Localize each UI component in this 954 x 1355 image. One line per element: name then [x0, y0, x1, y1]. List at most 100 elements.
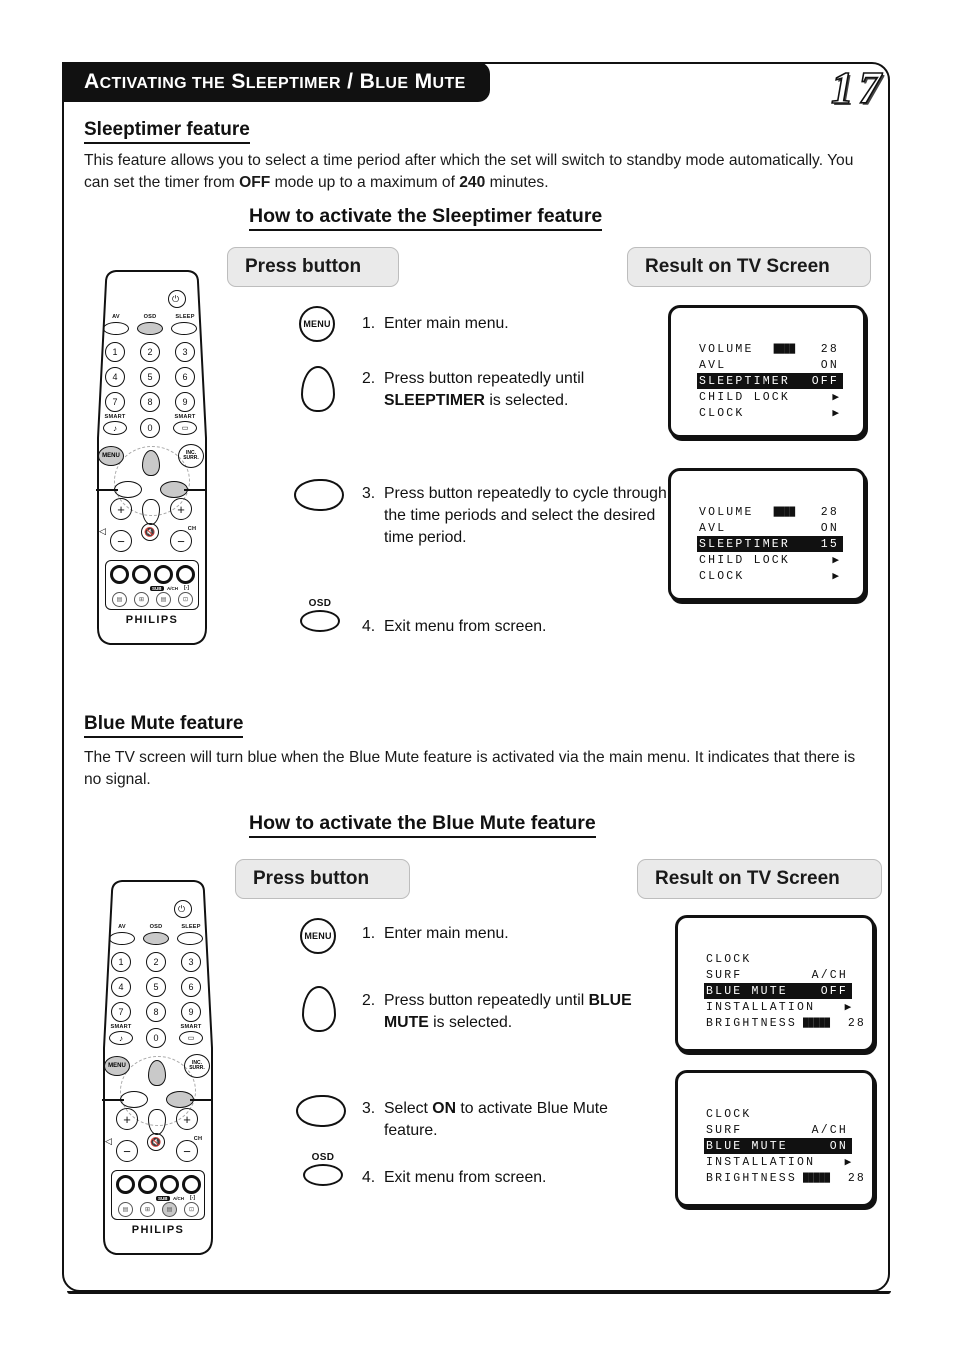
menu-button-icon-2[interactable]: MENU	[300, 918, 336, 954]
osd-button-icon[interactable]	[300, 610, 340, 632]
step-text: Press button repeatedly until SLEEPTIMER…	[384, 368, 674, 412]
color-button-blue[interactable]	[176, 565, 195, 584]
color-button-red-2[interactable]	[116, 1175, 135, 1194]
teletext-button-2[interactable]: ⊞	[134, 592, 149, 607]
osd-row-label: BLUE MUTE	[706, 984, 788, 998]
av-button[interactable]	[103, 322, 129, 335]
sleep-button[interactable]	[171, 322, 197, 335]
key-5[interactable]: 5	[140, 367, 160, 387]
step-text: Enter main menu.	[384, 925, 509, 942]
osd-button-icon-group[interactable]: OSD	[300, 598, 340, 632]
sleeptimer-desc-b2: 240	[459, 174, 486, 192]
step-number: 2.	[362, 992, 376, 1009]
inc-surround-button[interactable]: INC. SURR.	[178, 444, 204, 468]
key-3[interactable]: 3	[175, 342, 195, 362]
teletext-button-2-b[interactable]: ⊞	[140, 1202, 155, 1217]
smart-sound-button-2[interactable]: ♪	[109, 1031, 133, 1045]
key-8[interactable]: 8	[140, 392, 160, 412]
teletext-button-3-b[interactable]: ▤	[162, 1202, 177, 1217]
bluemute-step-2: 2. Press button repeatedly until BLUE MU…	[362, 990, 672, 1034]
key-0-b[interactable]: 0	[146, 1028, 166, 1048]
key-3-b[interactable]: 3	[181, 952, 201, 972]
sleep-label-2: SLEEP	[181, 924, 201, 930]
volume-down-button-2[interactable]: −	[116, 1140, 138, 1162]
inc-surround-button-2[interactable]: INC. SURR.	[184, 1054, 210, 1078]
key-7-b[interactable]: 7	[111, 1002, 131, 1022]
osd-row-label: CLOCK	[706, 1107, 752, 1121]
channel-up-button-2[interactable]: +	[176, 1108, 198, 1130]
cursor-up-key[interactable]	[142, 450, 160, 476]
key-4-b[interactable]: 4	[111, 977, 131, 997]
teletext-button-4[interactable]: ⊡	[178, 592, 193, 607]
sleep-button-2[interactable]	[177, 932, 203, 945]
osd-row-label: VOLUME	[699, 342, 754, 356]
key-2-b[interactable]: 2	[146, 952, 166, 972]
sleeptimer-step-3: 3. Press button repeatedly to cycle thro…	[362, 483, 674, 548]
key-1[interactable]: 1	[105, 342, 125, 362]
key-1-b[interactable]: 1	[111, 952, 131, 972]
menu-button-2[interactable]: MENU	[104, 1056, 130, 1076]
channel-down-button[interactable]: −	[170, 530, 192, 552]
volume-up-button[interactable]: +	[110, 498, 132, 520]
av-button-2[interactable]	[109, 932, 135, 945]
page-title-bar: ACTIVATING THE SLEEPTIMER / BLUE MUTE	[62, 62, 490, 102]
key-8-b[interactable]: 8	[146, 1002, 166, 1022]
channel-up-button[interactable]: +	[170, 498, 192, 520]
mute-button-2[interactable]: 🔇	[147, 1133, 165, 1151]
osd-button-icon-2[interactable]	[303, 1164, 343, 1186]
cursor-right-button-icon-2[interactable]	[296, 1095, 346, 1127]
key-7[interactable]: 7	[105, 392, 125, 412]
color-button-yellow[interactable]	[154, 565, 173, 584]
inc-surr-line2: SURR.	[183, 455, 199, 461]
osd-button-icon-group-2[interactable]: OSD	[303, 1152, 343, 1186]
bluemute-result-header: Result on TV Screen	[637, 859, 882, 899]
osd-row-value: A/CH	[811, 968, 848, 982]
teletext-button-3[interactable]: ▤	[156, 592, 171, 607]
step-text-pre: Select	[384, 1100, 433, 1117]
cursor-right-button-icon[interactable]	[294, 479, 344, 511]
osd-row-value: ON	[820, 521, 839, 535]
osd-row-label: SURF	[706, 1123, 743, 1137]
smart-picture-button-2[interactable]: ▭	[179, 1031, 203, 1045]
key-9[interactable]: 9	[175, 392, 195, 412]
teletext-button-1-b[interactable]: ▤	[118, 1202, 133, 1217]
teletext-button-1[interactable]: ▤	[112, 592, 127, 607]
teletext-button-4-b[interactable]: ⊡	[184, 1202, 199, 1217]
bluemute-tv-screen-2: CLOCK SURF A/CH BLUE MUTE ON INSTALLATION ▶…	[675, 1070, 875, 1207]
page-number: 17	[830, 62, 886, 114]
key-6[interactable]: 6	[175, 367, 195, 387]
color-button-blue-2[interactable]	[182, 1175, 201, 1194]
color-button-yellow-2[interactable]	[160, 1175, 179, 1194]
step-text: Enter main menu.	[384, 315, 509, 332]
cursor-up-key-2[interactable]	[148, 1060, 166, 1086]
key-5-b[interactable]: 5	[146, 977, 166, 997]
cursor-left-key[interactable]	[114, 481, 142, 498]
divider-left-2	[102, 1099, 124, 1101]
osd-button-2[interactable]	[143, 932, 169, 945]
osd-row-label: SLEEPTIMER	[699, 537, 791, 551]
key-0[interactable]: 0	[140, 418, 160, 438]
smart-picture-button[interactable]: ▭	[173, 421, 197, 435]
smart-picture-label: SMART	[174, 414, 196, 420]
bluemute-step-3: 3. Select ON to activate Blue Mute featu…	[362, 1098, 662, 1142]
step-text-pre: Press button repeatedly until	[384, 370, 585, 387]
volume-down-button[interactable]: −	[110, 530, 132, 552]
menu-button[interactable]: MENU	[98, 446, 124, 466]
smart-sound-button[interactable]: ♪	[103, 421, 127, 435]
key-2[interactable]: 2	[140, 342, 160, 362]
cursor-left-key-2[interactable]	[120, 1091, 148, 1108]
channel-down-button-2[interactable]: −	[176, 1140, 198, 1162]
key-4[interactable]: 4	[105, 367, 125, 387]
menu-button-icon[interactable]: MENU	[299, 306, 335, 342]
color-button-red[interactable]	[110, 565, 129, 584]
mute-button[interactable]: 🔇	[141, 523, 159, 541]
volume-up-button-2[interactable]: +	[116, 1108, 138, 1130]
key-6-b[interactable]: 6	[181, 977, 201, 997]
osd-row-label: BRIGHTNESS	[706, 1016, 798, 1030]
key-9-b[interactable]: 9	[181, 1002, 201, 1022]
color-button-green-2[interactable]	[138, 1175, 157, 1194]
osd-button[interactable]	[137, 322, 163, 335]
color-button-green[interactable]	[132, 565, 151, 584]
sleeptimer-tv-screen-2: VOLUME ████ 28 AVL ON SLEEPTIMER 15 CHILD LO…	[668, 468, 866, 601]
osd-row-label: CHILD LOCK	[699, 553, 791, 567]
